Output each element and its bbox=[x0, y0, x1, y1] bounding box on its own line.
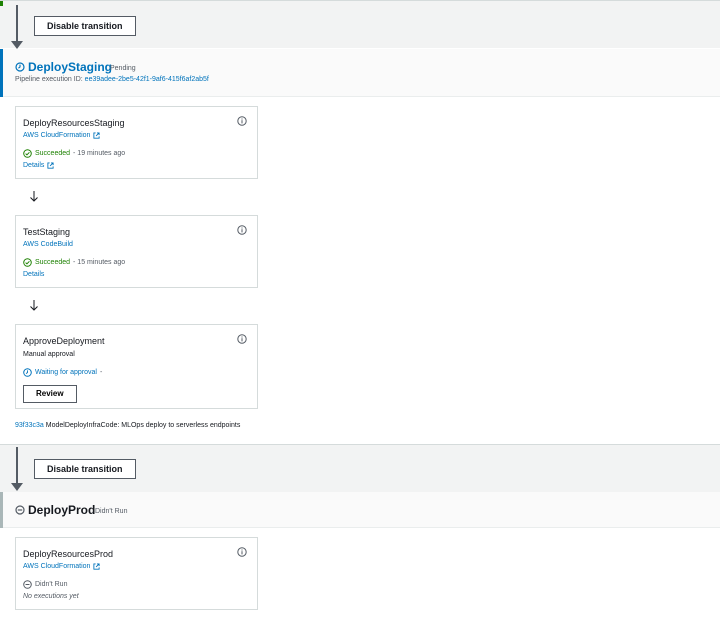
action-card-deploy-resources-staging: DeployResourcesStaging AWS CloudFormatio… bbox=[15, 106, 258, 179]
action-name: ApproveDeployment bbox=[23, 336, 105, 346]
info-icon[interactable] bbox=[237, 116, 247, 126]
transition-band-top: Disable transition bbox=[0, 0, 720, 49]
details-link[interactable]: Details bbox=[23, 271, 44, 278]
status-text: Succeeded bbox=[35, 259, 71, 266]
action-name: DeployResourcesStaging bbox=[23, 118, 125, 128]
minus-circle-icon bbox=[23, 580, 32, 589]
status-text: Didn't Run bbox=[35, 581, 68, 588]
no-executions-note: No executions yet bbox=[23, 593, 79, 600]
external-link-icon bbox=[93, 132, 100, 139]
disable-transition-button[interactable]: Disable transition bbox=[34, 16, 136, 36]
details-link[interactable]: Details bbox=[23, 162, 54, 169]
status-time: - 15 minutes ago bbox=[73, 259, 126, 266]
stage-header-deploy-staging: DeployStaging Pending Pipeline execution… bbox=[0, 49, 720, 97]
info-icon[interactable] bbox=[237, 547, 247, 557]
action-name: TestStaging bbox=[23, 227, 71, 237]
stage-title[interactable]: DeployStaging bbox=[28, 60, 112, 74]
provider-link[interactable]: AWS CloudFormation bbox=[23, 132, 100, 139]
action-card-deploy-resources-prod: DeployResourcesProd AWS CloudFormation D… bbox=[15, 537, 258, 610]
status-line: Succeeded - 19 minutes ago bbox=[23, 149, 125, 158]
disable-transition-button[interactable]: Disable transition bbox=[34, 459, 136, 479]
stage-title: DeployProd bbox=[28, 503, 96, 517]
stage-status-text: Didn't Run bbox=[95, 508, 128, 515]
transition-band-bottom: Disable transition bbox=[0, 444, 720, 492]
info-icon[interactable] bbox=[237, 334, 247, 344]
provider-label: AWS CloudFormation bbox=[23, 132, 91, 139]
external-link-icon bbox=[47, 162, 54, 169]
execution-id-link[interactable]: ee39adee-2be5-42f1-9af6-415f6af2ab5f bbox=[85, 76, 209, 83]
provider-link[interactable]: AWS CloudFormation bbox=[23, 563, 100, 570]
exec-label: Pipeline execution ID: bbox=[15, 76, 83, 83]
status-time: - 19 minutes ago bbox=[73, 150, 126, 157]
provider-link[interactable]: AWS CodeBuild bbox=[23, 241, 73, 248]
stage-status-bar bbox=[0, 49, 3, 97]
provider-label: Manual approval bbox=[23, 351, 75, 358]
status-time: - bbox=[100, 369, 103, 376]
transition-arrow-icon bbox=[11, 41, 23, 49]
clock-icon bbox=[23, 368, 32, 377]
arrow-down-icon bbox=[30, 191, 38, 202]
commit-id-link[interactable]: 93f33c3a bbox=[15, 422, 44, 429]
provider-label: AWS CloudFormation bbox=[23, 563, 91, 570]
status-line: Succeeded - 15 minutes ago bbox=[23, 258, 125, 267]
info-icon[interactable] bbox=[237, 225, 247, 235]
minus-circle-icon bbox=[15, 505, 25, 515]
stage-header-deploy-prod: DeployProd Didn't Run bbox=[0, 492, 720, 528]
details-label: Details bbox=[23, 162, 45, 169]
action-card-approve-deployment: ApproveDeployment Manual approval Waitin… bbox=[15, 324, 258, 409]
clock-icon bbox=[15, 62, 25, 72]
action-name: DeployResourcesProd bbox=[23, 549, 114, 559]
status-text: Waiting for approval bbox=[35, 369, 97, 376]
review-button[interactable]: Review bbox=[23, 385, 77, 403]
check-circle-icon bbox=[23, 149, 32, 158]
status-line: Waiting for approval - bbox=[23, 368, 102, 377]
action-card-test-staging: TestStaging AWS CodeBuild Succeeded - 15… bbox=[15, 215, 258, 288]
pipeline-execution-line: Pipeline execution ID: ee39adee-2be5-42f… bbox=[15, 76, 209, 83]
stage-status-text: Pending bbox=[110, 65, 136, 72]
external-link-icon bbox=[93, 563, 100, 570]
transition-line bbox=[16, 447, 18, 485]
transition-arrow-icon bbox=[11, 483, 23, 491]
green-edge bbox=[0, 1, 3, 6]
status-line: Didn't Run bbox=[23, 580, 67, 589]
check-circle-icon bbox=[23, 258, 32, 267]
commit-message: ModelDeployInfraCode: MLOps deploy to se… bbox=[45, 422, 241, 429]
commit-line: 93f33c3a ModelDeployInfraCode: MLOps dep… bbox=[15, 422, 240, 429]
transition-line bbox=[16, 5, 18, 43]
arrow-down-icon bbox=[30, 300, 38, 311]
status-text: Succeeded bbox=[35, 150, 71, 157]
stage-status-bar bbox=[0, 492, 3, 528]
